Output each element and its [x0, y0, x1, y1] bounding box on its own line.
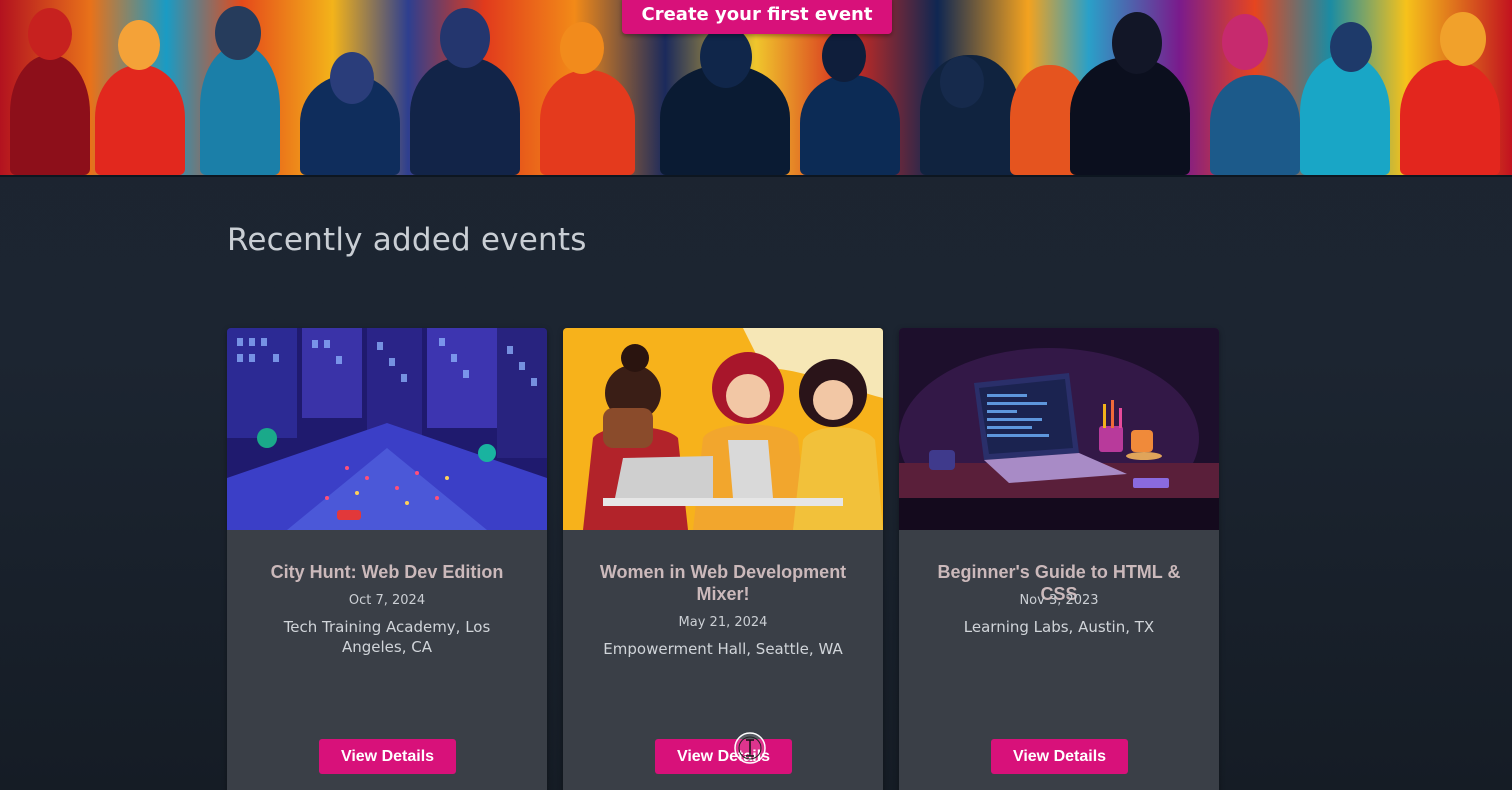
create-event-button[interactable]: Create your first event: [622, 0, 892, 34]
event-image-women-mixer: [563, 328, 883, 530]
event-title: City Hunt: Web Dev Edition: [270, 562, 504, 582]
cursor-indicator-icon: [734, 732, 766, 764]
event-date: Oct 7, 2024: [348, 593, 426, 608]
event-card: Beginner's Guide to HTML & CSS Nov 3, 20…: [899, 328, 1219, 790]
event-location: Empowerment Hall, Seattle, WA: [603, 640, 843, 658]
event-card: City Hunt: Web Dev Edition Oct 7, 2024 T…: [227, 328, 547, 790]
section-title: Recently added events: [227, 222, 587, 258]
hero-banner: Create your first event: [0, 0, 1512, 177]
event-date: Nov 3, 2023: [1019, 593, 1099, 608]
event-card: Women in Web Development Mixer! May 21, …: [563, 328, 883, 790]
event-image-html-css: [899, 328, 1219, 530]
view-details-button[interactable]: View Details: [655, 739, 792, 774]
view-details-button[interactable]: View Details: [319, 739, 456, 774]
event-image-city-hunt: [227, 328, 547, 530]
event-title: Women in Web Development Mixer!: [599, 562, 847, 604]
event-date: May 21, 2024: [678, 615, 768, 630]
view-details-button[interactable]: View Details: [991, 739, 1128, 774]
event-location: Tech Training Academy, Los Angeles, CA: [283, 618, 491, 656]
event-location: Learning Labs, Austin, TX: [963, 618, 1155, 636]
